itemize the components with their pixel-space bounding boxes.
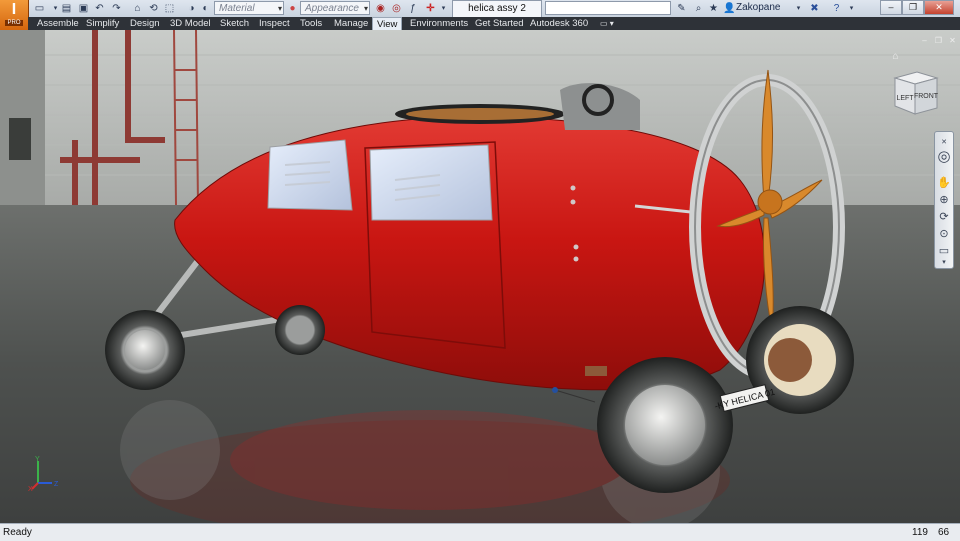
redo-icon[interactable]: ↷	[110, 2, 123, 15]
tab-view[interactable]: View	[372, 17, 403, 30]
help-search-input[interactable]	[545, 1, 671, 15]
material-dropdown[interactable]: Material ▾	[214, 1, 284, 15]
appearance-dropdown[interactable]: Appearance ▾	[300, 1, 370, 15]
update-icon[interactable]: ⟲	[147, 2, 160, 15]
home-icon[interactable]: ⌂	[131, 2, 144, 15]
user-icon[interactable]: 👤	[723, 2, 736, 15]
orbit-icon[interactable]: ⟳	[937, 210, 951, 224]
appearance-ball-icon[interactable]: ●	[286, 2, 299, 15]
customize-dropdown-icon[interactable]: ▾	[437, 2, 450, 15]
save-icon[interactable]: ▣	[77, 2, 90, 15]
document-tab[interactable]: helica assy 2	[452, 0, 542, 17]
tab-manage[interactable]: Manage	[330, 17, 372, 30]
appearance-placeholder: Appearance	[305, 3, 359, 14]
material-placeholder: Material	[219, 3, 255, 14]
tab-assemble[interactable]: Assemble	[33, 17, 83, 30]
binoculars-icon[interactable]: ⌕	[692, 2, 705, 15]
measure-icon[interactable]: ✛	[424, 2, 437, 15]
viewport-close-icon[interactable]: ✕	[948, 36, 957, 45]
ribbon-tab-bar: Assemble Simplify Design 3D Model Sketch…	[28, 17, 960, 30]
ribbon-minimize-icon[interactable]: ▭ ▾	[596, 17, 618, 30]
minimize-button[interactable]: ‒	[880, 0, 902, 15]
new-file-icon[interactable]: ▭	[33, 2, 46, 15]
3d-scene: -KY HELICA 01	[0, 30, 960, 523]
exchange-icon[interactable]: ✖	[808, 2, 821, 15]
clear-appearance-icon[interactable]: ◉	[374, 2, 387, 15]
triad-x-label: X	[28, 486, 33, 493]
quick-access-toolbar: I PRO ▭ ▾ ▤ ▣ ↶ ↷ ⌂ ⟲ ⬚ ◑ ◐ Material ▾ ●…	[0, 0, 960, 30]
status-text: Ready	[3, 527, 32, 538]
user-name[interactable]: Zakopane	[736, 2, 780, 13]
color-swatch-icon[interactable]: ◑	[185, 2, 198, 15]
chevron-down-icon: ▾	[363, 4, 368, 13]
triad-z-label: Z	[54, 481, 59, 488]
zoom-icon[interactable]: ⊕	[937, 193, 951, 207]
tab-autodesk-360[interactable]: Autodesk 360	[526, 17, 592, 30]
steering-wheel-icon[interactable]: ◎	[937, 149, 951, 164]
open-docs-count: 66	[938, 527, 950, 538]
chevron-down-icon: ▾	[277, 4, 282, 13]
help-dropdown-icon[interactable]: ▾	[845, 2, 858, 15]
viewcube[interactable]: LEFT FRONT	[889, 70, 941, 116]
tab-design[interactable]: Design	[126, 17, 164, 30]
viewport-minimize-icon[interactable]: –	[920, 36, 929, 45]
user-dropdown-icon[interactable]: ▾	[792, 2, 805, 15]
favorites-star-icon[interactable]: ★	[707, 2, 720, 15]
tab-simplify[interactable]: Simplify	[82, 17, 123, 30]
open-folder-icon[interactable]: ▤	[60, 2, 73, 15]
adjust-appearance-icon[interactable]: ◎	[390, 2, 403, 15]
parameters-icon[interactable]: ƒ	[406, 2, 419, 15]
wrench-icon[interactable]: ✎	[675, 2, 688, 15]
triad-y-label: Y	[35, 456, 40, 463]
viewcube-front-label: FRONT	[914, 93, 939, 100]
tab-tools[interactable]: Tools	[296, 17, 326, 30]
occurrence-count: 119	[912, 527, 928, 538]
undo-icon[interactable]: ↶	[93, 2, 106, 15]
color-swatch-icon-2[interactable]: ◐	[199, 2, 212, 15]
inventor-logo: I	[11, 1, 17, 18]
tab-inspect[interactable]: Inspect	[255, 17, 294, 30]
viewcube-left-label: LEFT	[896, 95, 914, 102]
navigation-bar: ✕ ◎ ✋ ⊕ ⟳ ⊙ ▭ ▾	[934, 131, 954, 269]
rear-wheel	[105, 310, 185, 390]
coordinate-triad: Y Z X	[28, 456, 59, 493]
select-icon[interactable]: ⬚	[163, 2, 176, 15]
pan-hand-icon[interactable]: ✋	[937, 176, 951, 190]
edition-badge: PRO	[5, 20, 23, 26]
help-icon[interactable]: ?	[830, 2, 843, 15]
application-menu-button[interactable]: I PRO	[0, 0, 29, 30]
tab-3d-model[interactable]: 3D Model	[166, 17, 215, 30]
tab-sketch[interactable]: Sketch	[216, 17, 253, 30]
close-button[interactable]: ✕	[924, 0, 954, 15]
tab-environments[interactable]: Environments	[406, 17, 472, 30]
status-bar: Ready 119 66	[0, 523, 960, 541]
nav-customize-icon[interactable]: ▾	[937, 256, 951, 270]
graphics-viewport[interactable]: -KY HELICA 01 – ❐ ✕ ⌂ LEFT FRONT ✕ ◎ ✋ ⊕…	[0, 30, 960, 523]
tab-get-started[interactable]: Get Started	[471, 17, 528, 30]
document-title: helica assy 2	[468, 3, 526, 14]
maximize-button[interactable]: ❐	[902, 0, 924, 15]
home-view-icon[interactable]: ⌂	[891, 52, 900, 62]
look-at-icon[interactable]: ⊙	[937, 227, 951, 241]
viewport-restore-icon[interactable]: ❐	[934, 36, 943, 45]
